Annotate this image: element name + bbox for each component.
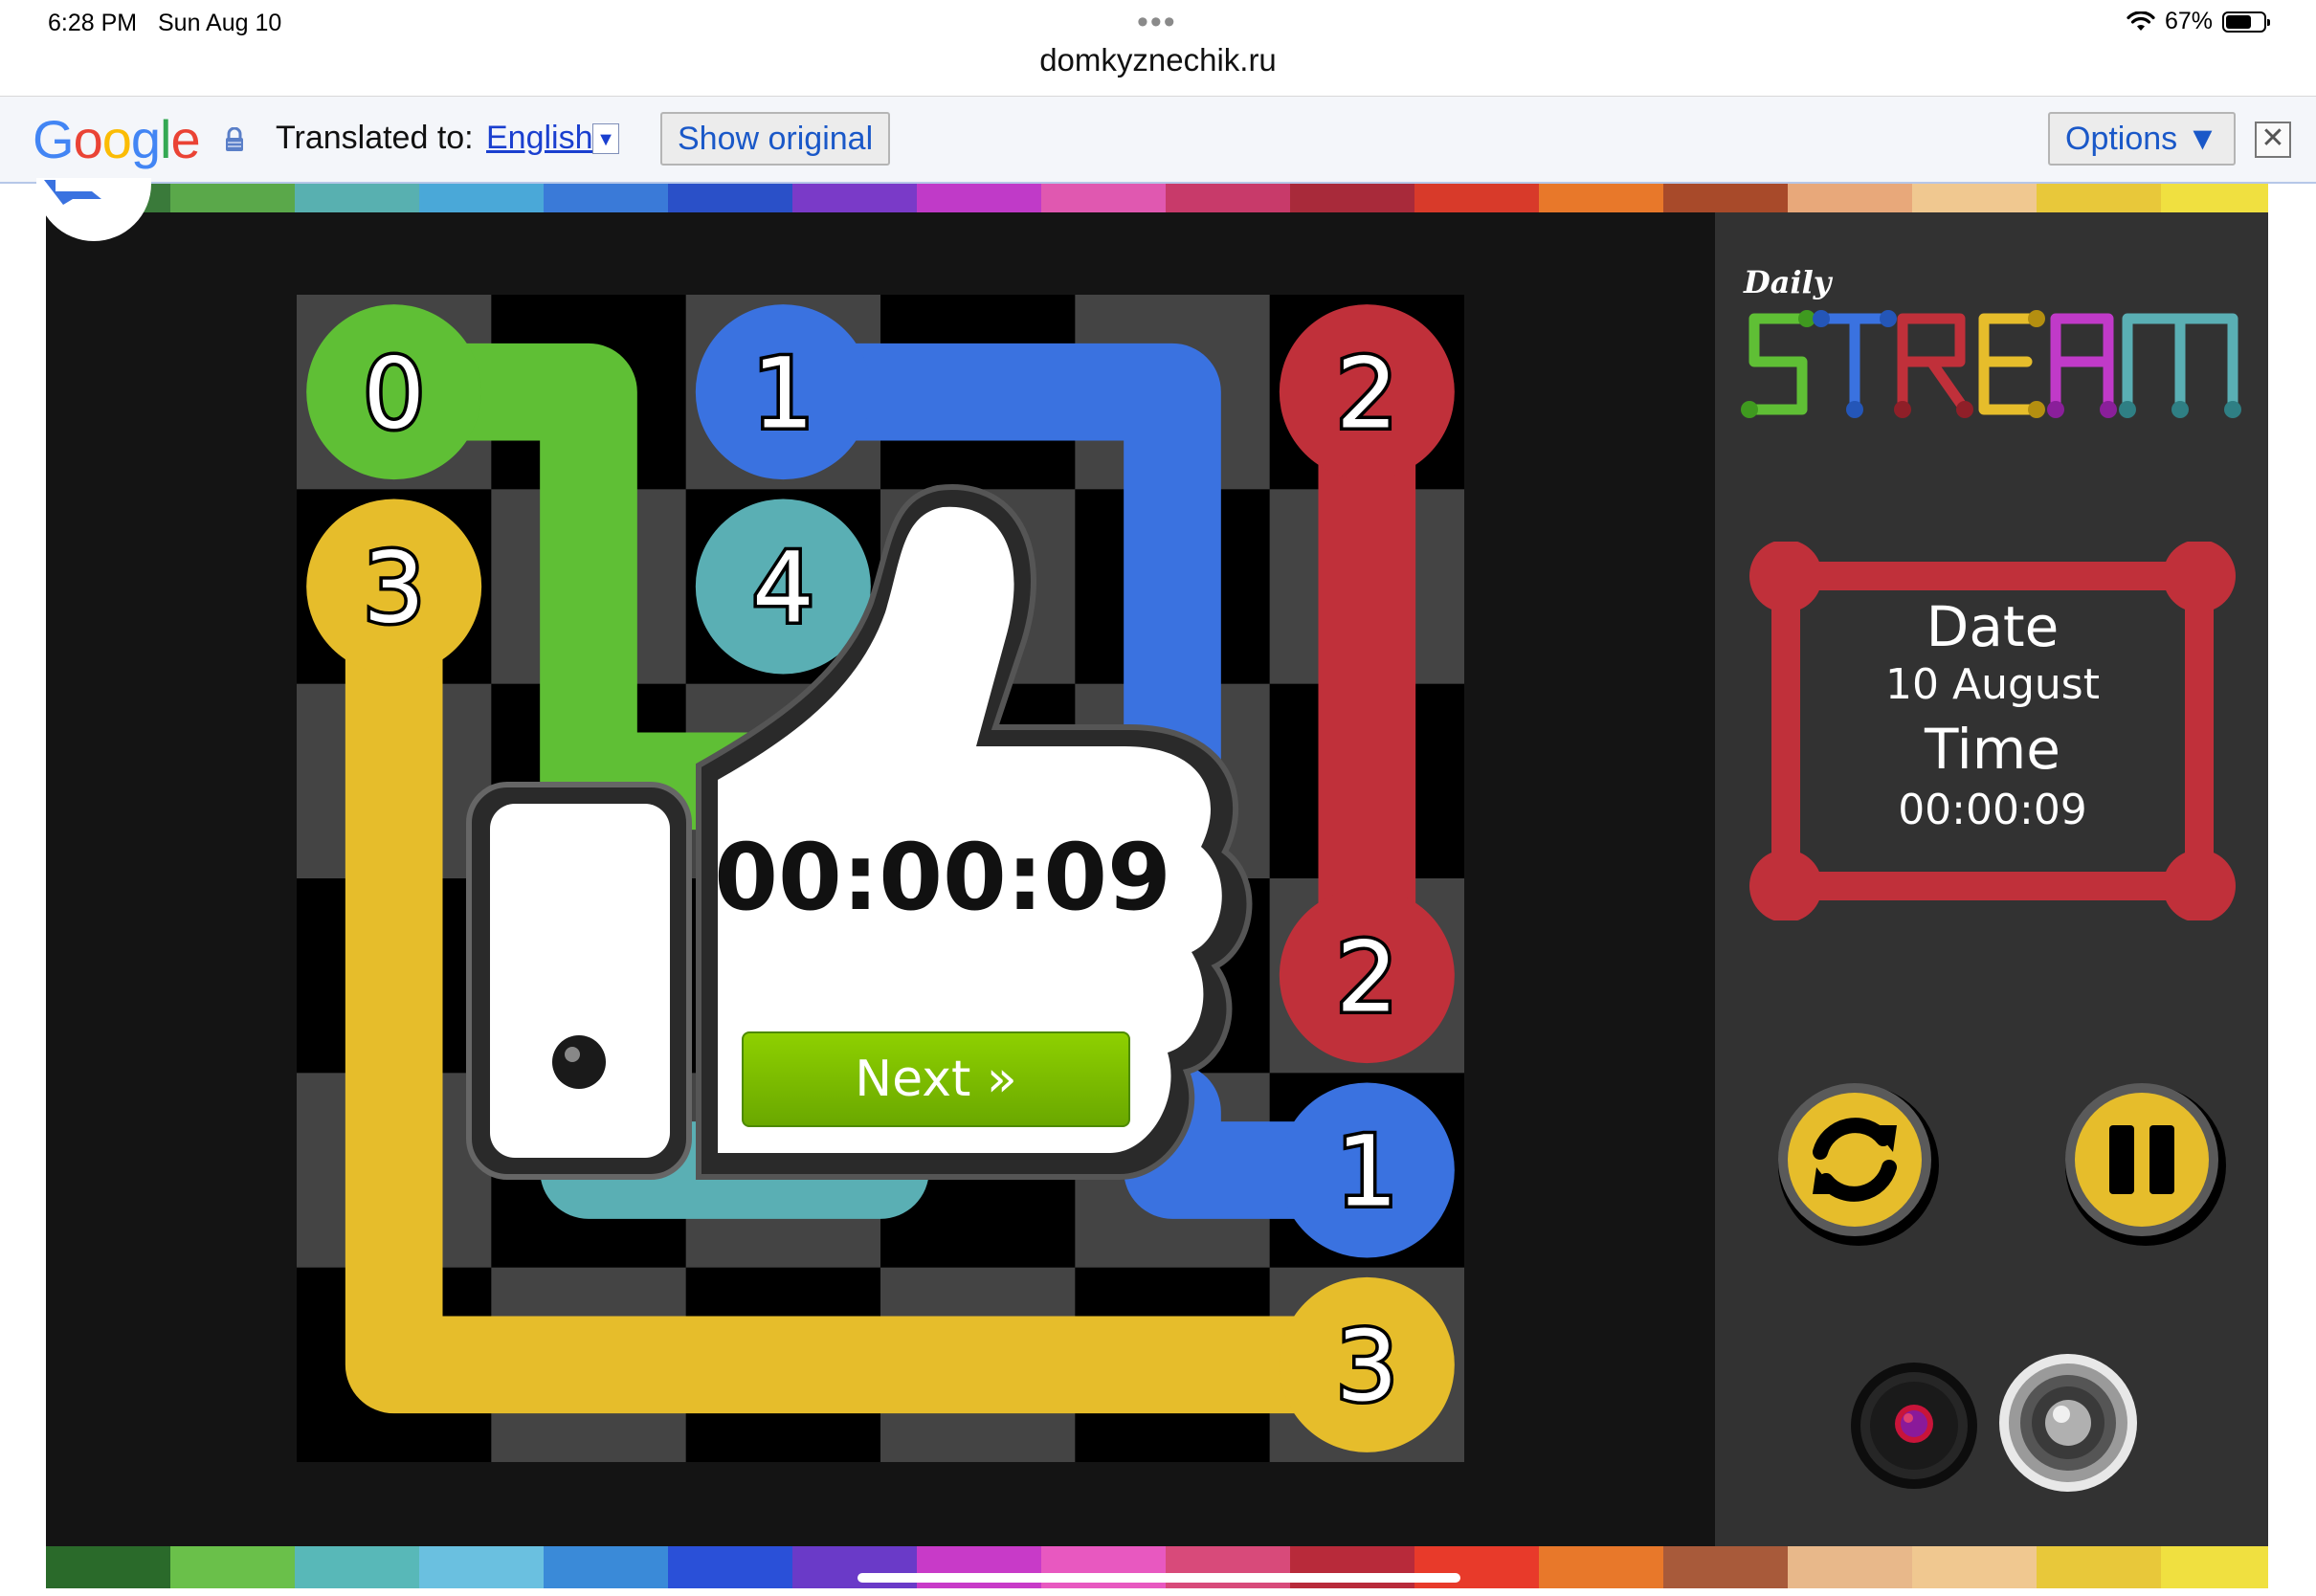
status-right: 67%	[2127, 8, 2270, 35]
dot-label-0: 0	[363, 337, 425, 450]
translated-to-label: Translated to:	[276, 120, 474, 156]
translate-bar: Google Translated to: English ▼ Show ori…	[0, 96, 2316, 184]
battery-percent: 67%	[2164, 8, 2213, 34]
dot-label-3: 3	[363, 532, 425, 645]
google-logo: Google	[33, 109, 201, 169]
wifi-icon	[2127, 11, 2155, 31]
pencil-strip-top	[46, 184, 2268, 212]
result-time: 00:00:09	[714, 824, 1171, 931]
status-bar: 6:28 PM Sun Aug 10 ••• 67% domkyznechik.…	[0, 0, 2316, 78]
daily-label: Daily	[1744, 264, 1832, 300]
options-button[interactable]: Options ▼	[2048, 112, 2237, 166]
stream-logo	[1741, 310, 2241, 418]
hand-pointer-icon	[44, 180, 101, 205]
status-date: Sun Aug 10	[158, 10, 282, 36]
show-original-button[interactable]: Show original	[660, 112, 891, 166]
date-value: 10 August	[1885, 660, 2100, 709]
close-icon[interactable]: ✕	[2255, 122, 2291, 158]
speaker-icon[interactable]	[1996, 1351, 2140, 1495]
home-indicator[interactable]	[857, 1573, 1460, 1583]
date-label: Date	[1926, 594, 2060, 659]
dot-label-6: 1	[1336, 1116, 1398, 1229]
multitasking-dots-icon[interactable]: •••	[1137, 4, 1177, 41]
language-link[interactable]: English	[486, 120, 593, 157]
dot-label-7: 3	[1336, 1310, 1398, 1423]
time-label: Time	[1925, 717, 2060, 782]
next-button[interactable]: Next »	[742, 1031, 1130, 1127]
info-text: Date 10 August Time 00:00:09	[1801, 595, 2184, 834]
lock-icon	[226, 127, 243, 151]
status-time: 6:28 PM	[48, 10, 138, 36]
dot-label-5: 2	[1336, 920, 1398, 1033]
pause-button[interactable]	[2058, 1075, 2230, 1248]
restart-button[interactable]	[1770, 1075, 1943, 1248]
language-dropdown-icon[interactable]: ▼	[592, 123, 619, 154]
dot-label-2: 2	[1336, 337, 1398, 450]
music-toggle[interactable]	[1847, 1359, 1981, 1493]
next-button-label: Next »	[855, 1051, 1017, 1108]
dot-label-1: 1	[752, 337, 814, 450]
url-field[interactable]: domkyznechik.ru	[0, 42, 2316, 78]
battery-icon	[2222, 11, 2270, 33]
time-value: 00:00:09	[1898, 786, 2087, 834]
completion-popup: 00:00:09	[466, 484, 1253, 1180]
